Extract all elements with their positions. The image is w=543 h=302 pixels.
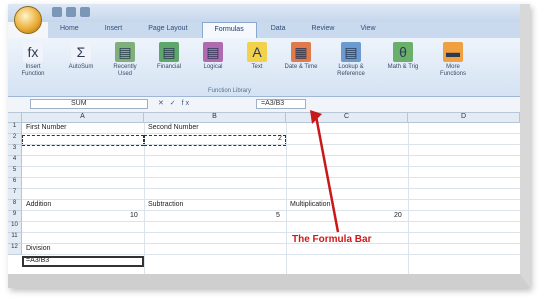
tab-home[interactable]: Home	[48, 22, 91, 38]
lookup-icon: ▤	[341, 42, 361, 62]
ribbon-button-label: Lookup & Reference	[337, 64, 365, 77]
cell-a1[interactable]: First Number	[26, 124, 66, 131]
text-icon: A	[247, 42, 267, 62]
ribbon-button-label: Insert Function	[21, 64, 45, 77]
recently-used-icon: ▤	[115, 42, 135, 62]
logical-icon: ▤	[203, 42, 223, 62]
date-time-icon: ▦	[291, 42, 311, 62]
tab-formulas[interactable]: Formulas	[201, 22, 257, 38]
cell-c7[interactable]: 20	[394, 212, 402, 219]
cell-b7[interactable]: 5	[276, 212, 280, 219]
cell-a11[interactable]: Division	[26, 245, 51, 252]
function-button[interactable]: fx Insert Function	[16, 42, 50, 78]
cell-b2[interactable]: 2	[278, 135, 282, 142]
recently-used-button[interactable]: ▤ Recently Used	[108, 42, 142, 78]
annotation-label: The Formula Bar	[292, 234, 372, 245]
cell-a7[interactable]: 10	[130, 212, 138, 219]
ribbon-button-label: More Functions	[439, 64, 466, 77]
formula-input[interactable]: =A3/B3	[256, 99, 306, 109]
row-header-1[interactable]: 1	[8, 123, 22, 134]
tab-review[interactable]: Review	[300, 22, 347, 38]
math-trig-button[interactable]: θ Math & Trig	[386, 42, 420, 71]
tab-insert[interactable]: Insert	[93, 22, 135, 38]
tab-view[interactable]: View	[348, 22, 387, 38]
row-header-11[interactable]: 11	[8, 233, 22, 244]
undo-icon[interactable]	[66, 7, 76, 17]
row-header-12[interactable]: 12	[8, 244, 22, 255]
group-label: Function Library	[208, 88, 252, 94]
autosum-icon: Σ	[71, 42, 91, 62]
row-header-10[interactable]: 10	[8, 222, 22, 233]
autosum-button[interactable]: Σ AutoSum	[64, 42, 98, 71]
quick-access-toolbar	[52, 7, 90, 19]
office-button[interactable]	[14, 6, 42, 34]
date-time-button[interactable]: ▦ Date & Time	[284, 42, 318, 71]
ribbon-button-label: AutoSum	[68, 64, 94, 70]
column-header-a[interactable]: A	[22, 113, 144, 123]
ribbon-button-label: Text	[251, 64, 263, 70]
more-functions-button[interactable]: ▬ More Functions	[436, 42, 470, 78]
row-header-5[interactable]: 5	[8, 167, 22, 178]
math-trig-icon: θ	[393, 42, 413, 62]
cell-c6[interactable]: Multiplication	[290, 201, 330, 208]
column-header-b[interactable]: B	[144, 113, 286, 123]
cell-a12[interactable]: =A3/B3	[26, 257, 49, 264]
name-box[interactable]: SUM	[30, 99, 148, 109]
tab-data[interactable]: Data	[259, 22, 298, 38]
ribbon: Function Library fx Insert Function Σ AutoS…	[8, 38, 520, 97]
logical-button[interactable]: ▤ Logical	[196, 42, 230, 71]
redo-icon[interactable]	[80, 7, 90, 17]
row-header-6[interactable]: 6	[8, 178, 22, 189]
formula-controls[interactable]: ✕ ✓ fx	[158, 99, 191, 107]
tab-page-layout[interactable]: Page Layout	[136, 22, 199, 38]
ribbon-tabs: Home Insert Page Layout Formulas Data Review V…	[48, 22, 520, 38]
row-header-7[interactable]: 7	[8, 189, 22, 200]
row-header-2[interactable]: 2	[8, 134, 22, 145]
text-button[interactable]: A Text	[240, 42, 274, 71]
ribbon-button-label: Math & Trig	[387, 64, 419, 70]
ribbon-button-label: Logical	[203, 64, 223, 70]
ribbon-button-label: Financial	[156, 64, 181, 70]
corner-select-all[interactable]	[8, 113, 22, 123]
cell-b1[interactable]: Second Number	[148, 124, 199, 131]
row-header-8[interactable]: 8	[8, 200, 22, 211]
function-icon: fx	[23, 42, 43, 62]
title-bar	[8, 4, 520, 22]
formula-bar: SUM ✕ ✓ fx =A3/B3	[8, 97, 520, 113]
column-header-c[interactable]: C	[286, 113, 408, 123]
row-header-3[interactable]: 3	[8, 145, 22, 156]
worksheet-grid[interactable]: A B C D First Number Second Number 2 Add…	[8, 113, 520, 274]
financial-button[interactable]: ▤ Financial	[152, 42, 186, 71]
excel-window: Home Insert Page Layout Formulas Data Review V…	[8, 4, 530, 288]
row-header-4[interactable]: 4	[8, 156, 22, 167]
lookup-button[interactable]: ▤ Lookup & Reference	[334, 42, 368, 78]
ribbon-button-label: Date & Time	[284, 64, 318, 70]
cell-b6[interactable]: Subtraction	[148, 201, 183, 208]
save-icon[interactable]	[52, 7, 62, 17]
row-header-9[interactable]: 9	[8, 211, 22, 222]
more-functions-icon: ▬	[443, 42, 463, 62]
ribbon-button-label: Recently Used	[113, 64, 137, 77]
financial-icon: ▤	[159, 42, 179, 62]
cell-a6[interactable]: Addition	[26, 201, 51, 208]
column-header-d[interactable]: D	[408, 113, 520, 123]
